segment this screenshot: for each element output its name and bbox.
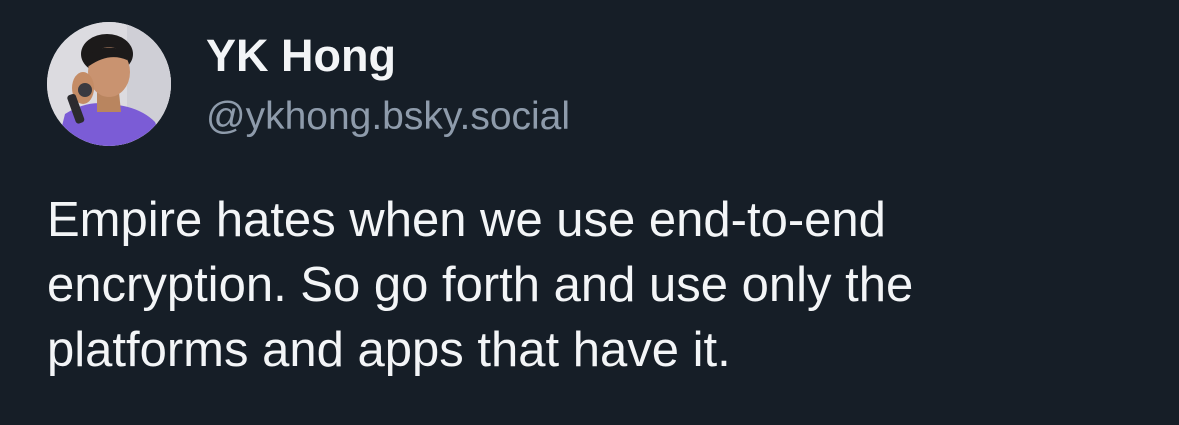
author-avatar[interactable] (47, 22, 171, 146)
author-handle[interactable]: @ykhong.bsky.social (206, 92, 570, 142)
post-card: YK Hong @ykhong.bsky.social Empire hates… (0, 0, 1179, 425)
post-text-line: Empire hates when we use end-to-end (47, 193, 886, 247)
profile-photo-avatar-icon (47, 22, 171, 146)
post-text: Empire hates when we use end-to-end encr… (47, 188, 1147, 383)
post-text-line: encryption. So go forth and use only the (47, 258, 914, 312)
post-text-line: platforms and apps that have it. (47, 323, 731, 377)
author-display-name[interactable]: YK Hong (206, 28, 396, 84)
